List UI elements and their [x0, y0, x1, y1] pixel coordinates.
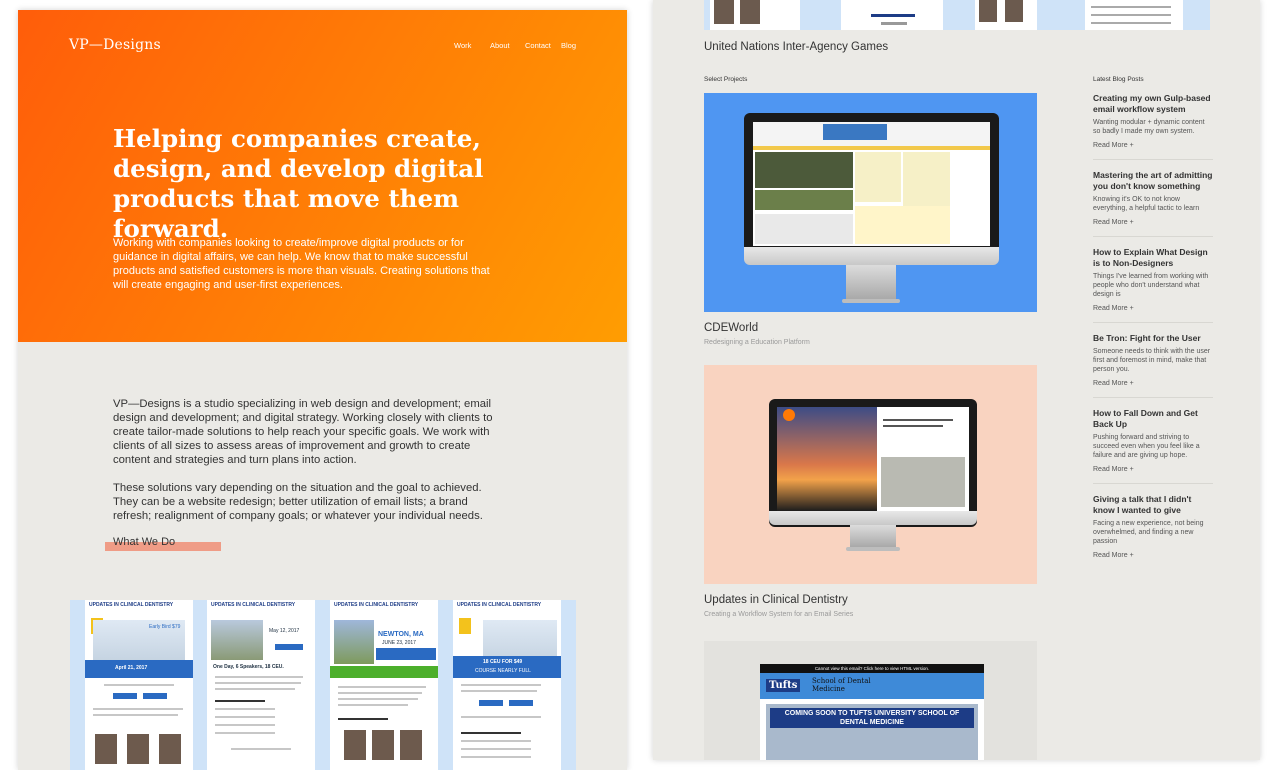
email-button	[275, 644, 303, 650]
project-image-tufts-email[interactable]: Cannot view this email? Click here to vi…	[704, 641, 1037, 760]
nav-link-about[interactable]: About	[490, 41, 510, 50]
blog-post-title[interactable]: Be Tron: Fight for the User	[1093, 333, 1213, 344]
blog-post-title[interactable]: Creating my own Gulp-based email workflo…	[1093, 93, 1213, 115]
hero-section: VP—Designs Work About Contact Blog Helpi…	[18, 10, 627, 342]
nav-link-blog[interactable]: Blog	[561, 41, 576, 50]
email-view-online-bar[interactable]: Cannot view this email? Click here to vi…	[760, 664, 984, 673]
blog-post-excerpt: Knowing it's OK to not know everything, …	[1093, 196, 1200, 212]
what-we-do-link[interactable]: What We Do	[113, 536, 175, 548]
blog-post-title[interactable]: Mastering the art of admitting you don't…	[1093, 170, 1213, 192]
blog-post-excerpt: Facing a new experience, not being overw…	[1093, 520, 1204, 545]
blog-post-list: Creating my own Gulp-based email workflo…	[1093, 93, 1213, 559]
project-image-clinical-dentistry[interactable]	[704, 365, 1037, 584]
project-title[interactable]: CDEWorld	[704, 322, 758, 334]
blog-post-excerpt: Someone needs to think with the user fir…	[1093, 348, 1211, 373]
ribbon-icon	[459, 618, 471, 634]
tufts-logo: Tufts	[766, 679, 801, 692]
email-preview: UPDATES IN CLINICAL DENTISTRY NEWTON, MA…	[330, 600, 438, 770]
blog-post: Giving a talk that I didn't know I wante…	[1093, 494, 1213, 559]
email-header: UPDATES IN CLINICAL DENTISTRY	[211, 602, 296, 608]
email-button	[143, 693, 167, 699]
blog-post-excerpt: Things I've learned from working with pe…	[1093, 273, 1209, 298]
project-title[interactable]: Updates in Clinical Dentistry	[704, 594, 848, 606]
blog-post-title[interactable]: How to Explain What Design is to Non-Des…	[1093, 247, 1213, 269]
hero-headline: Helping companies create, design, and de…	[113, 124, 484, 243]
blog-post: Creating my own Gulp-based email workflo…	[1093, 93, 1213, 160]
logo[interactable]: VP—Designs	[69, 37, 161, 53]
blog-post-excerpt: Pushing forward and striving to succeed …	[1093, 434, 1200, 459]
email-date: JUNE 23, 2017	[382, 640, 416, 646]
speaker-photo	[400, 730, 422, 760]
speaker-photo	[344, 730, 366, 760]
homepage-screenshot-left: VP—Designs Work About Contact Blog Helpi…	[18, 10, 627, 770]
project-title[interactable]: United Nations Inter-Agency Games	[704, 41, 888, 53]
read-more-link[interactable]: Read More +	[1093, 219, 1213, 226]
blog-post: Be Tron: Fight for the User Someone need…	[1093, 333, 1213, 398]
email-header: UPDATES IN CLINICAL DENTISTRY	[334, 602, 419, 608]
blog-post: How to Explain What Design is to Non-Des…	[1093, 247, 1213, 323]
building-image: COMING SOON TO TUFTS UNIVERSITY SCHOOL O…	[766, 704, 978, 760]
select-projects-label: Select Projects	[704, 76, 748, 83]
divider	[1093, 159, 1213, 160]
nav-link-contact[interactable]: Contact	[525, 41, 551, 50]
hero-paragraph: Working with companies looking to create…	[113, 237, 490, 291]
monitor-image	[744, 113, 999, 263]
building-image	[483, 620, 557, 660]
read-more-link[interactable]: Read More +	[1093, 552, 1213, 559]
divider	[1093, 322, 1213, 323]
speaker-photo	[372, 730, 394, 760]
monitor-image	[769, 399, 977, 527]
project-subtitle: Redesigning a Education Platform	[704, 339, 810, 346]
read-more-link[interactable]: Read More +	[1093, 142, 1213, 149]
statue-image	[334, 620, 374, 664]
email-date: One Day, 6 Speakers, 18 CEU.	[213, 664, 284, 670]
email-date: COURSE NEARLY FULL	[475, 668, 531, 674]
email-banner: COMING SOON TO TUFTS UNIVERSITY SCHOOL O…	[770, 708, 974, 728]
email-tag: 18 CEU FOR $49	[483, 659, 523, 665]
email-button	[113, 693, 137, 699]
email-tag: Early Bird $79	[149, 624, 181, 630]
email-tag: NEWTON, MA	[378, 631, 424, 638]
divider	[1093, 236, 1213, 237]
email-preview: UPDATES IN CLINICAL DENTISTRY 18 CEU FOR…	[453, 600, 561, 770]
arch-image	[211, 620, 263, 660]
read-more-link[interactable]: Read More +	[1093, 305, 1213, 312]
blog-post-title[interactable]: How to Fall Down and Get Back Up	[1093, 408, 1213, 430]
project-subtitle: Creating a Workflow System for an Email …	[704, 611, 854, 618]
blog-post-title[interactable]: Giving a talk that I didn't know I wante…	[1093, 494, 1213, 516]
nav-link-work[interactable]: Work	[454, 41, 471, 50]
blog-post: How to Fall Down and Get Back Up Pushing…	[1093, 408, 1213, 484]
blog-post-excerpt: Wanting modular + dynamic content so bad…	[1093, 119, 1205, 135]
read-more-link[interactable]: Read More +	[1093, 380, 1213, 387]
divider	[1093, 483, 1213, 484]
about-paragraph-1: VP—Designs is a studio specializing in w…	[113, 398, 493, 466]
blog-post: Mastering the art of admitting you don't…	[1093, 170, 1213, 237]
email-preview: UPDATES IN CLINICAL DENTISTRY May 12, 20…	[207, 600, 315, 770]
email-button	[509, 700, 533, 706]
blog-section-label: Latest Blog Posts	[1093, 76, 1144, 83]
email-date: April 21, 2017	[115, 665, 148, 671]
read-more-link[interactable]: Read More +	[1093, 466, 1213, 473]
email-header: UPDATES IN CLINICAL DENTISTRY	[89, 602, 174, 608]
tufts-subtitle: School of Dental Medicine	[812, 677, 871, 693]
email-preview: UPDATES IN CLINICAL DENTISTRY Early Bird…	[85, 600, 193, 770]
project-image-cdeworld[interactable]	[704, 93, 1037, 312]
about-paragraph-2: These solutions vary depending on the si…	[113, 482, 483, 522]
homepage-screenshot-right: United Nations Inter-Agency Games Select…	[653, 0, 1260, 760]
divider	[1093, 397, 1213, 398]
price-banner	[330, 666, 438, 678]
email-tag: May 12, 2017	[269, 628, 300, 634]
email-header: UPDATES IN CLINICAL DENTISTRY	[457, 602, 542, 608]
email-button	[479, 700, 503, 706]
